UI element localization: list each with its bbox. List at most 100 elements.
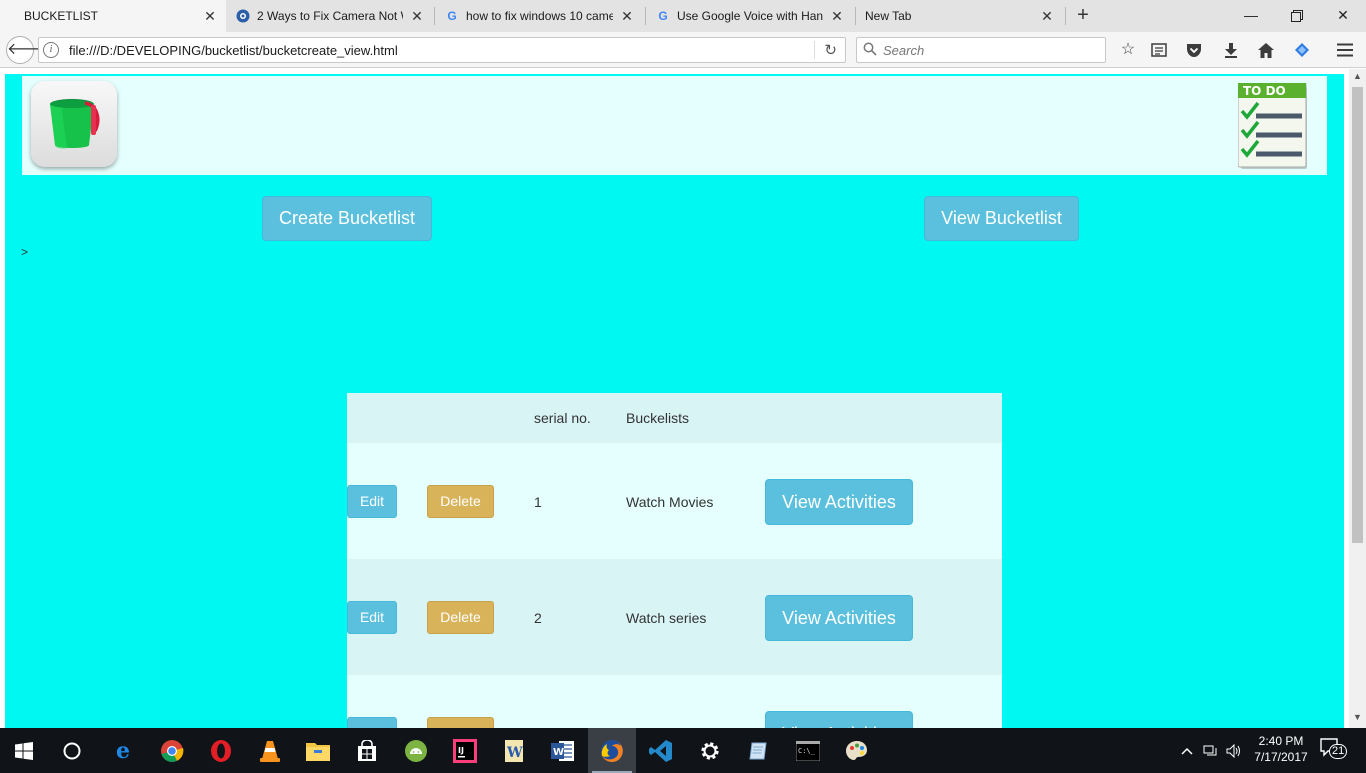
scroll-down-arrow-icon[interactable]: ▼ xyxy=(1349,712,1366,726)
clock-time: 2:40 PM xyxy=(1258,734,1304,748)
url-text[interactable]: file:///D:/DEVELOPING/bucketlist/bucketc… xyxy=(69,43,398,58)
taskbar-clock[interactable]: 2:40 PM 7/17/2017 xyxy=(1244,733,1318,765)
network-icon[interactable] xyxy=(1203,728,1221,773)
tab-separator xyxy=(855,7,856,25)
windows-start-icon[interactable] xyxy=(0,728,48,773)
notification-count: 21 xyxy=(1329,744,1348,759)
tab-title: New Tab xyxy=(865,9,912,23)
vertical-scrollbar[interactable]: ▲ ▼ xyxy=(1349,69,1366,728)
chrome-icon[interactable] xyxy=(148,728,196,773)
bucket-icon xyxy=(50,99,100,149)
scrollbar-thumb[interactable] xyxy=(1352,87,1363,543)
cmd-icon[interactable]: C:\_ xyxy=(784,728,832,773)
create-bucketlist-button[interactable]: Create Bucketlist xyxy=(262,196,432,241)
tab-separator xyxy=(1065,7,1066,25)
serial-cell: 2 xyxy=(534,610,542,626)
minimize-icon[interactable]: — xyxy=(1228,0,1274,32)
reading-list-icon[interactable] xyxy=(1147,38,1171,62)
vscode-icon[interactable] xyxy=(637,728,685,773)
close-icon[interactable]: ✕ xyxy=(202,8,218,25)
serial-cell: 1 xyxy=(534,494,542,510)
new-tab-plus-icon[interactable]: + xyxy=(1072,4,1094,28)
delete-button[interactable]: Delete xyxy=(427,717,494,728)
stray-text: > xyxy=(21,245,29,259)
edge-icon[interactable]: e xyxy=(99,728,147,773)
pocket-icon[interactable] xyxy=(1182,38,1206,62)
column-header-serial: serial no. xyxy=(534,410,591,426)
tab-title: Use Google Voice with Hang xyxy=(677,9,823,23)
firefox-icon[interactable] xyxy=(588,728,636,773)
store-icon[interactable] xyxy=(343,728,391,773)
cortana-icon[interactable] xyxy=(48,728,96,773)
view-activities-button[interactable]: View Activities xyxy=(765,479,913,525)
tab-separator xyxy=(645,7,646,25)
tab-title: how to fix windows 10 came xyxy=(466,9,613,23)
tab-bucketlist[interactable]: BUCKETLIST ✕ xyxy=(0,0,226,32)
volume-icon[interactable] xyxy=(1226,728,1244,773)
delete-button[interactable]: Delete xyxy=(427,485,494,518)
settings-icon[interactable] xyxy=(686,728,734,773)
action-center-icon[interactable]: 21 xyxy=(1320,738,1348,762)
column-header-bucketlists: Buckelists xyxy=(626,410,690,426)
view-activities-button[interactable]: View Activities xyxy=(765,595,913,641)
edit-button[interactable]: Edit xyxy=(347,485,397,518)
table-row: Edit Delete 2 Watch series View Activiti… xyxy=(347,559,1002,675)
menu-hamburger-icon[interactable] xyxy=(1333,38,1357,62)
close-icon[interactable]: ✕ xyxy=(409,8,425,25)
svg-text:W: W xyxy=(553,747,564,758)
bucket-logo[interactable] xyxy=(31,81,117,167)
delete-button[interactable]: Delete xyxy=(427,601,494,634)
close-icon[interactable]: ✕ xyxy=(619,8,635,25)
tab-windows-camera[interactable]: G how to fix windows 10 came ✕ xyxy=(436,0,643,32)
tab-title: 2 Ways to Fix Camera Not W xyxy=(257,9,403,23)
vlc-icon[interactable] xyxy=(246,728,294,773)
info-icon[interactable]: i xyxy=(43,42,59,58)
google-icon: G xyxy=(658,9,668,23)
table-row: Edit Delete 1 Watch Movies View Activiti… xyxy=(347,443,1002,559)
opera-icon[interactable] xyxy=(197,728,245,773)
home-icon[interactable] xyxy=(1254,38,1278,62)
windows-taskbar: e IJ W W C:\_ 2:40 PM 7/17/2017 21 xyxy=(0,728,1366,773)
svg-text:W: W xyxy=(506,745,523,761)
page-viewport: TO DO Create Bucketlist View Bucketlist … xyxy=(0,69,1366,728)
extension-icon[interactable] xyxy=(1290,38,1314,62)
show-hidden-icons-chevron-icon[interactable] xyxy=(1181,728,1197,773)
svg-text:TO DO: TO DO xyxy=(1243,84,1286,98)
paint-icon[interactable] xyxy=(833,728,881,773)
svg-text:IJ: IJ xyxy=(458,746,464,755)
bucketlist-page: TO DO Create Bucketlist View Bucketlist … xyxy=(5,74,1344,728)
file-explorer-icon[interactable] xyxy=(294,728,342,773)
bookmark-star-icon[interactable]: ☆ xyxy=(1116,38,1140,62)
search-icon xyxy=(863,42,877,56)
notepad-icon[interactable] xyxy=(735,728,783,773)
scroll-up-arrow-icon[interactable]: ▲ xyxy=(1349,71,1366,85)
search-bar[interactable]: Search xyxy=(856,37,1106,63)
url-divider xyxy=(814,41,815,59)
download-icon[interactable] xyxy=(1219,38,1243,62)
tab-camera-fix[interactable]: 2 Ways to Fix Camera Not W ✕ xyxy=(227,0,433,32)
browser-tab-bar: BUCKETLIST ✕ 2 Ways to Fix Camera Not W … xyxy=(0,0,1366,32)
page-header: TO DO xyxy=(22,76,1327,175)
close-icon[interactable]: ✕ xyxy=(829,8,845,25)
back-arrow-icon[interactable]: 🡐 xyxy=(6,36,50,64)
android-studio-icon[interactable] xyxy=(392,728,440,773)
close-icon[interactable]: ✕ xyxy=(1039,8,1055,25)
tab-new-tab[interactable]: New Tab ✕ xyxy=(857,0,1063,32)
bucketlist-table: serial no. Buckelists Edit Delete 1 Watc… xyxy=(347,393,1002,728)
window-close-icon[interactable]: ✕ xyxy=(1320,0,1366,32)
site-favicon-icon xyxy=(235,8,251,24)
tab-title: BUCKETLIST xyxy=(24,9,99,23)
tab-google-voice[interactable]: G Use Google Voice with Hang ✕ xyxy=(647,0,853,32)
view-bucketlist-button[interactable]: View Bucketlist xyxy=(924,196,1079,241)
browser-nav-bar: 🡐 i file:///D:/DEVELOPING/bucketlist/buc… xyxy=(0,32,1366,68)
restore-icon[interactable] xyxy=(1274,0,1320,32)
intellij-icon[interactable]: IJ xyxy=(441,728,489,773)
edit-button[interactable]: Edit xyxy=(347,601,397,634)
edit-button[interactable]: Edit xyxy=(347,717,397,728)
url-bar[interactable]: i file:///D:/DEVELOPING/bucketlist/bucke… xyxy=(38,37,846,63)
reload-icon[interactable]: ↻ xyxy=(824,41,837,59)
wordpad-icon[interactable]: W xyxy=(490,728,538,773)
google-icon: G xyxy=(447,9,457,23)
view-activities-button[interactable]: View Activities xyxy=(765,711,913,728)
word-icon[interactable]: W xyxy=(539,728,587,773)
